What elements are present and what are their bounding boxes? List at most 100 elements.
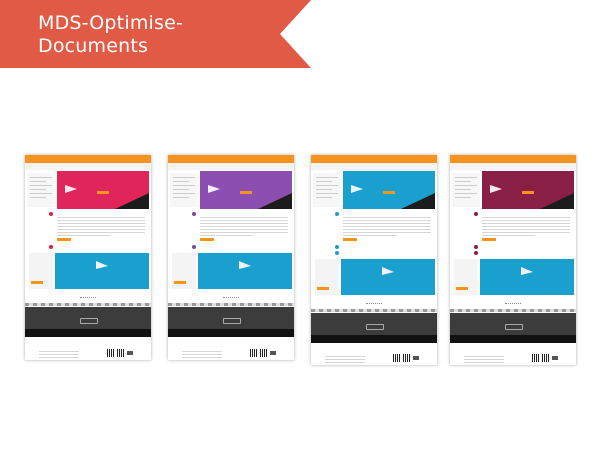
sidebar-line bbox=[173, 185, 195, 186]
sidebar-line bbox=[455, 189, 471, 190]
preview-body-text bbox=[31, 211, 145, 239]
preview-blue-banner bbox=[55, 253, 149, 289]
qr-code-icon bbox=[250, 349, 258, 357]
qr-code-icon bbox=[532, 354, 540, 362]
text-line bbox=[57, 235, 110, 236]
text-line bbox=[200, 226, 288, 227]
text-line bbox=[482, 220, 570, 221]
hero-button bbox=[97, 191, 109, 194]
preview-blue-banner bbox=[341, 259, 435, 295]
preview-top-bar bbox=[450, 155, 576, 163]
footer-line bbox=[39, 354, 79, 355]
footer-line bbox=[39, 351, 79, 352]
body-lines bbox=[200, 217, 288, 238]
sidebar-line bbox=[173, 177, 195, 178]
preview-nav-bar bbox=[168, 163, 294, 170]
preview-top-bar bbox=[311, 155, 437, 163]
qr-code-icon bbox=[393, 354, 401, 362]
qr-code-icon bbox=[260, 349, 268, 357]
paper-plane-icon bbox=[351, 185, 363, 193]
preview-footer bbox=[450, 353, 576, 365]
sidebar-line bbox=[316, 193, 338, 194]
stripe-band bbox=[168, 303, 294, 306]
text-line bbox=[482, 235, 535, 236]
contact-button bbox=[80, 318, 98, 324]
hero-dark-corner bbox=[258, 193, 292, 209]
hero-button bbox=[383, 191, 395, 194]
sidebar-line bbox=[30, 189, 46, 190]
title-banner: MDS-Optimise- Documents bbox=[0, 0, 311, 68]
stripe-band bbox=[311, 309, 437, 312]
section-dot-icon bbox=[474, 212, 478, 216]
sidebar-line bbox=[30, 185, 52, 186]
text-line bbox=[200, 232, 288, 233]
preview-footer bbox=[25, 348, 151, 360]
text-line bbox=[482, 226, 570, 227]
sidebar-line bbox=[173, 181, 189, 182]
pagination-dots bbox=[80, 297, 96, 300]
section-dot-icon bbox=[335, 212, 339, 216]
preview-contact-band bbox=[168, 307, 294, 329]
footer-line bbox=[39, 357, 79, 358]
preview-nav-bar bbox=[450, 163, 576, 170]
stripe-band bbox=[450, 309, 576, 312]
sidebar-line bbox=[316, 177, 338, 178]
preview-black-band bbox=[450, 335, 576, 343]
contact-button bbox=[223, 318, 241, 324]
footer-line bbox=[182, 351, 222, 352]
text-line bbox=[343, 220, 431, 221]
hero-dark-corner bbox=[115, 193, 149, 209]
preview-hero bbox=[57, 171, 149, 209]
text-line bbox=[482, 232, 570, 233]
sidebar-line bbox=[316, 181, 332, 182]
preview-sidebar bbox=[27, 173, 55, 207]
qr-code-icon bbox=[403, 354, 411, 362]
footer-line bbox=[325, 359, 365, 360]
footer-line bbox=[464, 356, 504, 357]
list-dot-icon bbox=[474, 245, 478, 249]
preview-hero bbox=[482, 171, 574, 209]
preview-body-text bbox=[174, 211, 288, 239]
list-dot-icon bbox=[192, 245, 196, 249]
sidebar-line bbox=[316, 189, 332, 190]
preview-top-bar bbox=[168, 155, 294, 163]
sidebar-line bbox=[316, 197, 332, 198]
contact-button bbox=[366, 324, 384, 330]
body-cta-button bbox=[57, 238, 71, 241]
text-line bbox=[482, 223, 570, 224]
text-line bbox=[343, 232, 431, 233]
preview-contact-band bbox=[25, 307, 151, 329]
text-line bbox=[343, 229, 431, 230]
paper-plane-icon bbox=[490, 185, 502, 193]
paper-plane-icon bbox=[208, 185, 220, 193]
preview-black-band bbox=[25, 329, 151, 337]
bird-icon bbox=[96, 261, 108, 269]
pagination-dots bbox=[223, 297, 239, 300]
hero-button bbox=[240, 191, 252, 194]
badge-icon bbox=[127, 351, 133, 355]
sidebar-line bbox=[316, 185, 338, 186]
text-line bbox=[200, 220, 288, 221]
page-preview-3 bbox=[311, 155, 437, 365]
pagination-dots bbox=[505, 303, 521, 306]
body-cta-button bbox=[482, 238, 496, 241]
list-dot-icon bbox=[49, 245, 53, 249]
preview-sidebar bbox=[313, 173, 341, 207]
hero-button bbox=[522, 191, 534, 194]
preview-sidebar bbox=[452, 173, 480, 207]
section-dot-icon bbox=[49, 212, 53, 216]
paper-plane-icon bbox=[65, 185, 77, 193]
lower-sidebar-button bbox=[456, 287, 468, 290]
lower-sidebar-button bbox=[317, 287, 329, 290]
qr-code-icon bbox=[117, 349, 125, 357]
text-line bbox=[57, 217, 145, 218]
text-line bbox=[343, 226, 431, 227]
preview-body-text bbox=[456, 211, 570, 239]
text-line bbox=[200, 229, 288, 230]
slide-title: MDS-Optimise- Documents bbox=[38, 12, 184, 57]
footer-line bbox=[325, 356, 365, 357]
sidebar-line bbox=[30, 181, 46, 182]
text-line bbox=[343, 217, 431, 218]
lower-sidebar-button bbox=[174, 281, 186, 284]
sidebar-line bbox=[30, 193, 52, 194]
